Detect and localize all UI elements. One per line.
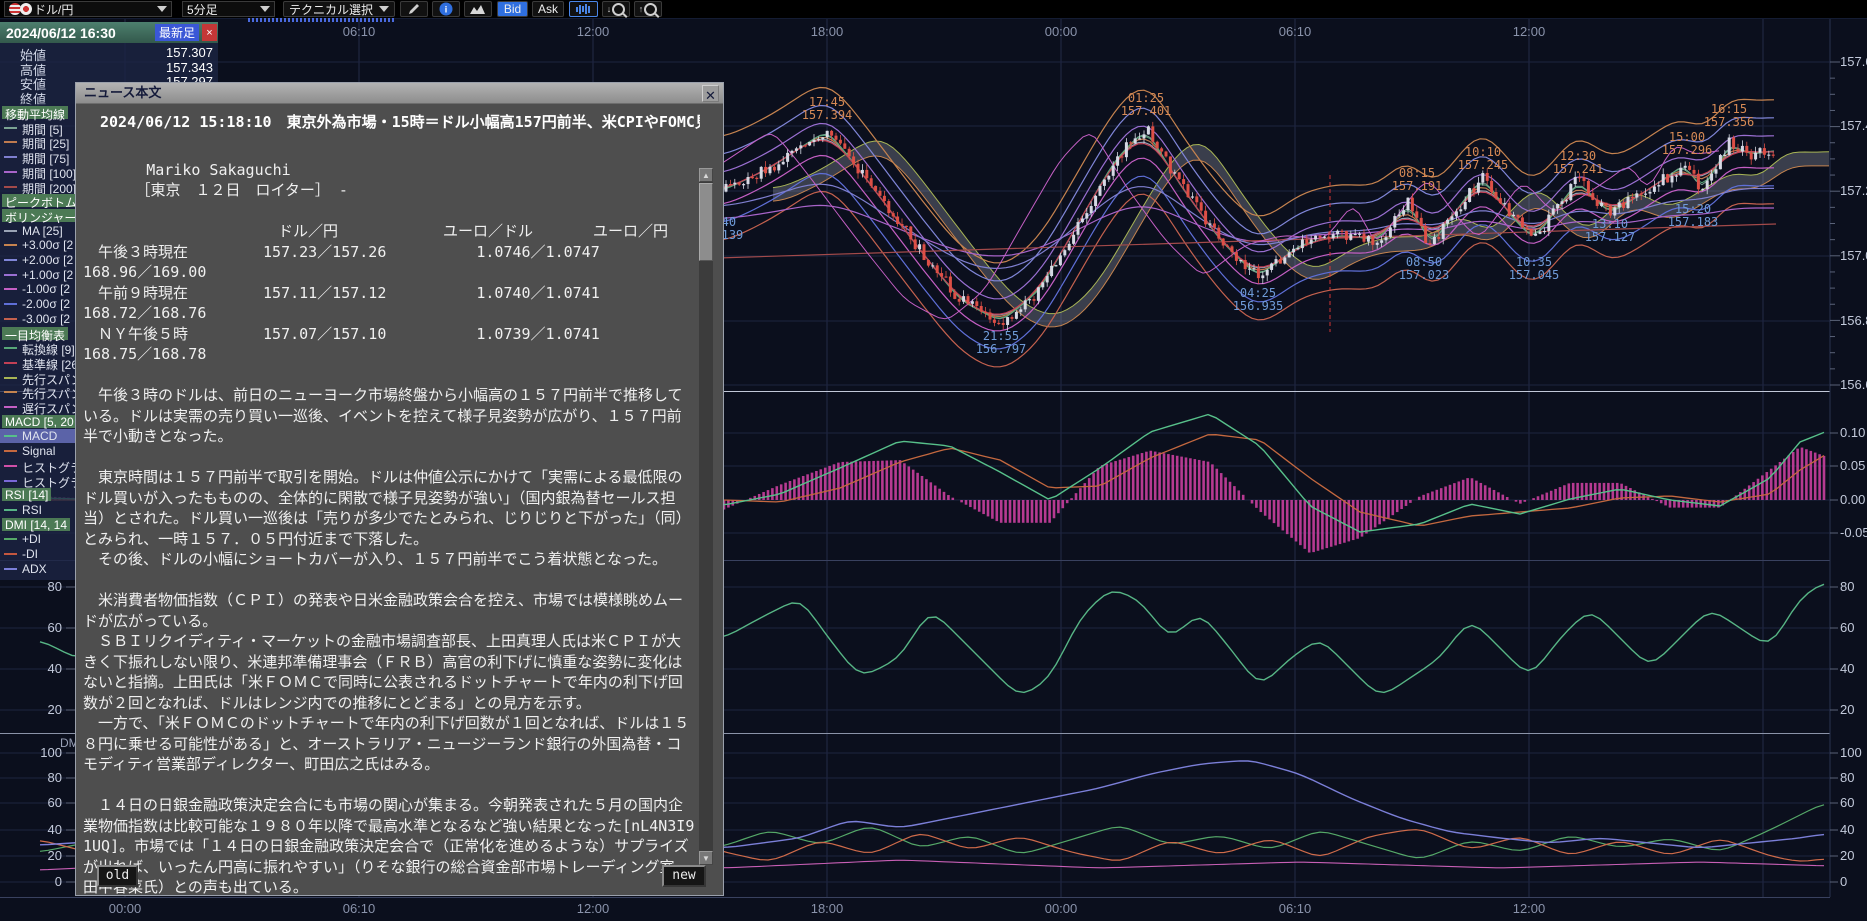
quote-datetime: 2024/06/12 16:30: [6, 25, 116, 41]
series-color-swatch-icon: [4, 450, 17, 452]
series-color-swatch-icon: [4, 171, 17, 173]
old-news-button[interactable]: old: [97, 865, 138, 887]
up-arrow-icon: ↑: [639, 4, 644, 14]
series-color-swatch-icon: [4, 480, 17, 482]
zoom-in-button[interactable]: ↑: [634, 1, 662, 17]
technical-select-label: テクニカル選択: [289, 1, 373, 18]
news-dialog-title: ニュース本文: [84, 85, 161, 100]
zoom-out-button[interactable]: ↓: [602, 1, 630, 17]
chevron-down-icon: [157, 6, 167, 12]
draw-pencil-button[interactable]: [400, 1, 428, 17]
series-color-swatch-icon: [4, 303, 17, 305]
series-color-swatch-icon: [4, 127, 17, 129]
pencil-icon: [407, 2, 421, 16]
bid-toggle-button[interactable]: Bid: [497, 1, 528, 17]
magnifier-icon: [612, 3, 625, 16]
series-color-swatch-icon: [4, 347, 17, 349]
volume-histogram-button[interactable]: [569, 1, 598, 17]
quote-header: 2024/06/12 16:30 最新足 ×: [0, 22, 218, 43]
series-color-swatch-icon: [4, 377, 17, 379]
series-color-swatch-icon: [4, 156, 17, 158]
series-color-swatch-icon: [4, 362, 17, 364]
timeframe-select[interactable]: 5分足: [182, 1, 275, 17]
series-color-swatch-icon: [4, 568, 17, 570]
news-headline: 2024/06/12 15:18:10 東京外為市場・15時＝ドル小幅高157円…: [100, 111, 700, 132]
chevron-down-icon: [260, 6, 270, 12]
series-color-swatch-icon: [4, 230, 17, 232]
currency-pair-label: ドル/円: [34, 1, 73, 18]
close-icon[interactable]: ✕: [702, 85, 719, 102]
series-color-swatch-icon: [4, 141, 17, 143]
news-article-body: Mariko Sakaguchi ［東京 １２日 ロイター］ - ドル／円 ユー…: [83, 139, 695, 898]
info-button[interactable]: i: [432, 1, 460, 17]
close-quote-icon[interactable]: ×: [202, 24, 217, 41]
info-icon: i: [439, 2, 453, 16]
bid-label: Bid: [504, 2, 521, 16]
series-color-swatch-icon: [4, 274, 17, 276]
top-toolbar: ドル/円 5分足 テクニカル選択 i Bid Ask: [0, 0, 1867, 19]
series-color-swatch-icon: [4, 465, 17, 467]
indicator-group-header[interactable]: RSI [14]: [2, 488, 51, 501]
mountain-chart-icon: [470, 3, 486, 15]
tick-activity-strip: [248, 18, 394, 22]
series-color-swatch-icon: [4, 288, 17, 290]
series-color-swatch-icon: [4, 259, 17, 261]
series-color-swatch-icon: [4, 186, 17, 188]
series-color-swatch-icon: [4, 391, 17, 393]
indicator-group-header[interactable]: DMI [14, 14: [2, 518, 70, 531]
series-color-swatch-icon: [4, 553, 17, 555]
series-color-swatch-icon: [4, 318, 17, 320]
news-scrollbar[interactable]: ▲ ▼: [699, 168, 713, 865]
svg-text:i: i: [445, 5, 448, 15]
ask-toggle-button[interactable]: Ask: [532, 1, 564, 17]
series-color-swatch-icon: [4, 538, 17, 540]
japan-flag-icon: [20, 3, 32, 15]
ohlc-row: 高値157.343: [0, 60, 218, 74]
scroll-down-icon[interactable]: ▼: [699, 851, 713, 865]
magnifier-icon: [644, 3, 657, 16]
news-dialog: ニュース本文 ✕ 2024/06/12 15:18:10 東京外為市場・15時＝…: [75, 82, 724, 896]
latest-bar-badge[interactable]: 最新足: [155, 24, 199, 41]
timeframe-label: 5分足: [187, 1, 218, 18]
series-color-swatch-icon: [4, 435, 17, 437]
currency-pair-select[interactable]: ドル/円: [4, 1, 172, 17]
news-dialog-titlebar: ニュース本文 ✕: [76, 83, 723, 104]
series-color-swatch-icon: [4, 406, 17, 408]
scroll-up-icon[interactable]: ▲: [699, 168, 713, 182]
ohlc-row: 始値157.307: [0, 45, 218, 59]
series-color-swatch-icon: [4, 509, 17, 511]
chart-style-button[interactable]: [464, 1, 492, 17]
series-color-swatch-icon: [4, 244, 17, 246]
indicator-group-header[interactable]: 移動平均線: [2, 106, 68, 119]
down-arrow-icon: ↓: [607, 4, 612, 14]
ask-label: Ask: [538, 2, 558, 16]
new-news-button[interactable]: new: [662, 865, 706, 887]
indicator-group-header[interactable]: 一目均衡表: [2, 327, 68, 340]
chevron-down-icon: [379, 6, 389, 12]
trading-app-window: 00:0000:0006:1006:1012:0012:0018:0018:00…: [0, 0, 1867, 921]
indicator-group-header[interactable]: MACD [5, 20: [2, 415, 77, 428]
scrollbar-thumb[interactable]: [699, 183, 713, 261]
technical-select-button[interactable]: テクニカル選択: [283, 1, 395, 17]
